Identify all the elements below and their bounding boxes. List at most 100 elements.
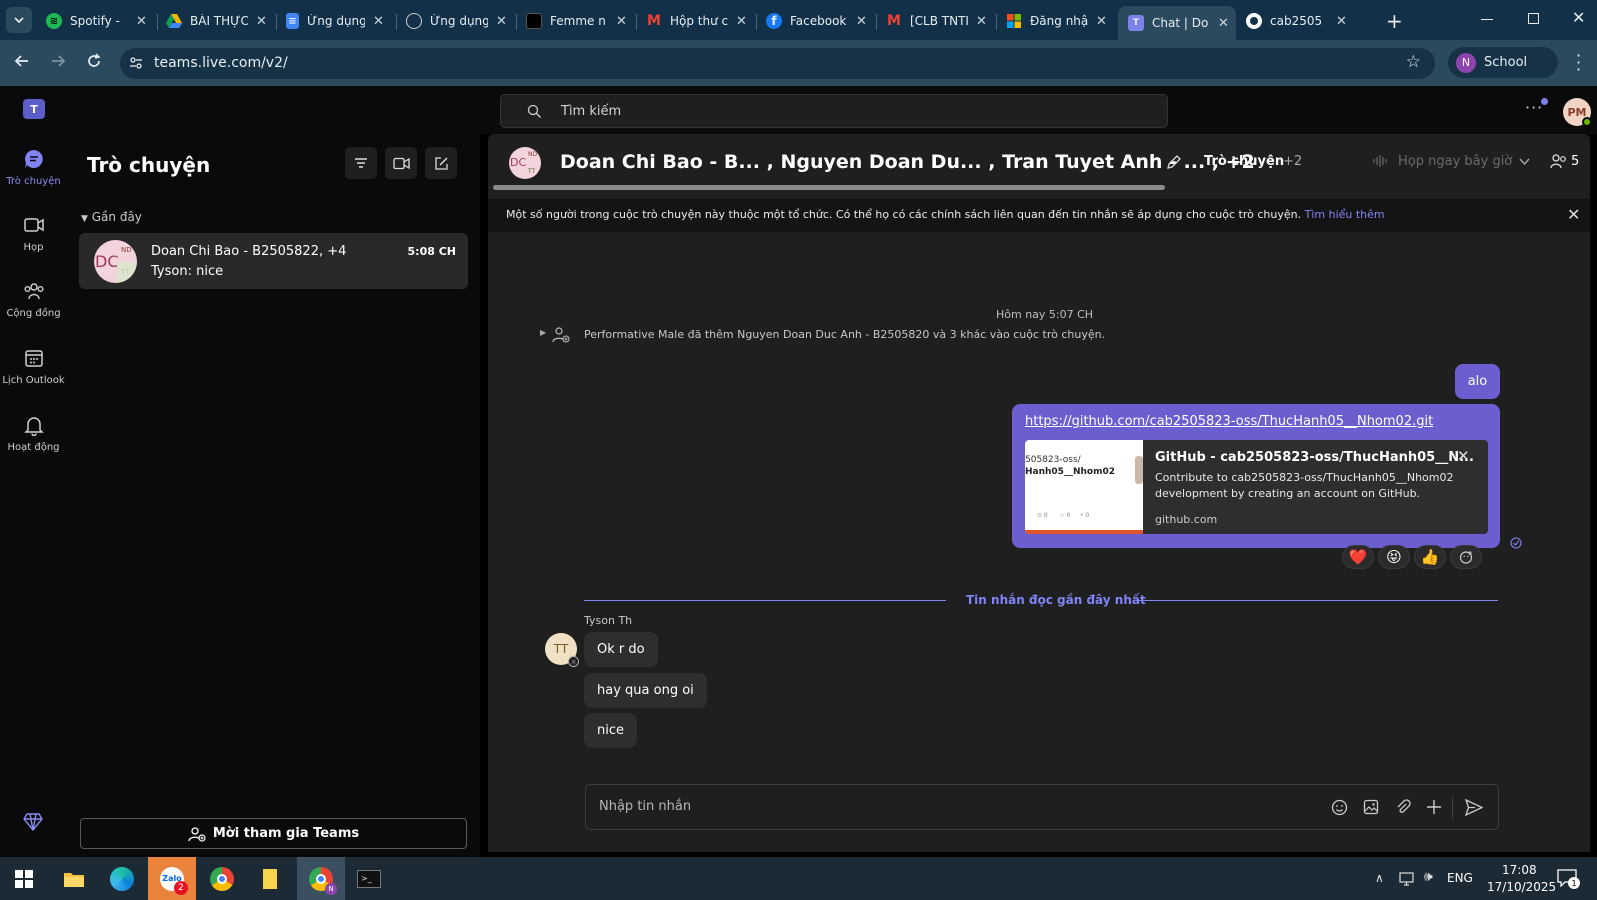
close-tab-icon[interactable]: ✕ — [1336, 14, 1347, 29]
close-tab-icon[interactable]: ✕ — [496, 14, 507, 29]
browser-tab[interactable]: M Hộp thư c ✕ — [646, 6, 747, 36]
meet-now-list-button[interactable] — [385, 147, 417, 179]
tab-chat[interactable]: Trò chuyện — [1204, 154, 1284, 169]
recent-section-header[interactable]: ▼ Gần đây — [81, 210, 142, 224]
their-message[interactable]: nice — [584, 713, 637, 748]
volume-icon[interactable]: 🕪 — [1424, 869, 1433, 885]
back-button[interactable] — [14, 53, 30, 69]
sender-avatar[interactable]: TT × — [545, 633, 579, 667]
url-text[interactable]: teams.live.com/v2/ — [154, 55, 288, 71]
taskbar-edge[interactable] — [98, 857, 146, 900]
restore-window-button[interactable] — [1528, 13, 1539, 24]
send-icon[interactable] — [1465, 799, 1483, 816]
close-tab-icon[interactable]: ✕ — [1096, 14, 1107, 29]
browser-tab[interactable]: M [CLB TNTI ✕ — [886, 6, 987, 36]
tab-search-button[interactable] — [6, 7, 32, 33]
tray-chevron-icon[interactable]: ∧ — [1375, 871, 1384, 885]
browser-tab[interactable]: Femme n ✕ — [526, 6, 627, 36]
chevron-down-icon[interactable] — [1519, 158, 1530, 166]
compose-box[interactable]: Nhập tin nhắn — [585, 784, 1499, 830]
browser-tab[interactable]: cab2505 ✕ — [1246, 6, 1347, 36]
clock-time[interactable]: 17:08 — [1502, 863, 1537, 877]
address-bar[interactable]: teams.live.com/v2/ ☆ — [120, 48, 1435, 79]
my-message[interactable]: alo — [1455, 364, 1500, 399]
reaction-thumbs-up[interactable]: 👍 — [1414, 545, 1446, 569]
invite-button[interactable]: Mời tham gia Teams — [80, 818, 467, 849]
rail-item-chat[interactable]: Trò chuyện — [0, 148, 67, 187]
close-tab-icon[interactable]: ✕ — [976, 14, 987, 29]
start-button[interactable] — [0, 857, 48, 900]
close-tab-icon[interactable]: ✕ — [136, 14, 147, 29]
close-window-button[interactable]: ✕ — [1572, 8, 1585, 27]
meet-now-button[interactable]: Họp ngay bây giờ — [1398, 154, 1512, 169]
link-preview-card[interactable]: 505823-oss/ Hanh05__Nhom02 ⊙ 0 ☆ 0 ⑂ 0 G… — [1025, 440, 1488, 534]
taskbar-chrome-profile[interactable]: N — [297, 857, 345, 900]
attach-icon[interactable] — [1395, 799, 1411, 815]
profile-button[interactable]: N School — [1448, 47, 1558, 78]
taskbar-chrome[interactable] — [198, 857, 246, 900]
minimize-window-button[interactable] — [1481, 19, 1493, 20]
add-reaction-button[interactable] — [1450, 545, 1482, 569]
close-tab-icon[interactable]: ✕ — [256, 14, 267, 29]
reload-button[interactable] — [86, 53, 102, 69]
browser-tab[interactable]: BÀI THỰC ✕ — [166, 6, 267, 36]
edit-name-icon[interactable] — [1166, 154, 1182, 170]
user-avatar[interactable]: PM — [1563, 98, 1592, 127]
policy-banner: Một số người trong cuộc trò chuyện này t… — [488, 199, 1590, 232]
close-tab-icon[interactable]: ✕ — [1218, 16, 1229, 31]
taskbar-terminal[interactable]: >_ — [345, 857, 393, 900]
close-tab-icon[interactable]: ✕ — [373, 14, 384, 29]
network-icon[interactable] — [1399, 872, 1417, 886]
browser-tab[interactable]: Đăng nhậ ✕ — [1006, 6, 1107, 36]
new-tab-button[interactable]: + — [1386, 9, 1403, 33]
close-banner-icon[interactable]: ✕ — [1567, 205, 1580, 224]
site-info-icon[interactable] — [128, 55, 144, 71]
emoji-icon[interactable] — [1331, 799, 1348, 816]
browser-tab[interactable]: ≋ Spotify - ✕ — [46, 6, 147, 36]
plus-icon[interactable] — [1426, 799, 1442, 815]
github-link[interactable]: https://github.com/cab2505823-oss/ThucHa… — [1025, 414, 1433, 429]
new-chat-button[interactable] — [425, 147, 457, 179]
close-tab-icon[interactable]: ✕ — [616, 14, 627, 29]
browser-menu-button[interactable]: · · · — [1576, 48, 1581, 78]
browser-tab[interactable]: Ứng dụng ✕ — [406, 6, 507, 36]
reaction-heart[interactable]: ❤️ — [1342, 545, 1374, 569]
rail-item-calendar[interactable]: Lịch Outlook — [0, 347, 67, 386]
taskbar-zalo[interactable]: Zalo 2 — [148, 857, 196, 900]
filter-button[interactable] — [345, 147, 377, 179]
their-message[interactable]: hay qua ong oi — [584, 673, 707, 708]
facebook-icon: f — [766, 13, 782, 29]
browser-tab-active[interactable]: T Chat | Do ✕ — [1118, 6, 1236, 40]
close-tab-icon[interactable]: ✕ — [856, 14, 867, 29]
their-message[interactable]: Ok r do — [584, 632, 658, 667]
tab-title: Femme n — [550, 14, 606, 28]
taskbar-file-explorer[interactable] — [50, 857, 98, 900]
clock-date[interactable]: 17/10/2025 — [1487, 880, 1556, 894]
search-input[interactable]: Tìm kiếm — [500, 94, 1168, 128]
bookmark-star-icon[interactable]: ☆ — [1406, 52, 1421, 72]
group-avatar-sub-a: ND — [121, 246, 132, 254]
participants-button[interactable]: 5 — [1550, 153, 1579, 169]
chat-list-item[interactable]: DC ND TT Doan Chi Bao - B2505822, +4 5:0… — [79, 233, 468, 289]
header-scrollbar[interactable] — [493, 185, 1165, 190]
close-preview-icon[interactable]: ✕ — [1457, 447, 1470, 465]
rail-item-community[interactable]: Cộng đồng — [0, 280, 67, 319]
forward-button[interactable] — [50, 53, 66, 69]
language-indicator[interactable]: ENG — [1447, 871, 1473, 885]
reaction-laugh[interactable]: 😝 — [1378, 545, 1410, 569]
taskbar-notes[interactable] — [246, 857, 294, 900]
chat-header-title[interactable]: Doan Chi Bao - B... , Nguyen Doan Du... … — [560, 151, 1255, 173]
browser-tab[interactable]: f Facebook ✕ — [766, 6, 867, 36]
diamond-icon[interactable] — [23, 813, 43, 831]
notification-center-button[interactable]: 1 — [1557, 869, 1580, 889]
zalo-badge: 2 — [174, 881, 188, 895]
expand-caret-icon[interactable]: ▶ — [540, 328, 546, 337]
close-tab-icon[interactable]: ✕ — [736, 14, 747, 29]
learn-more-link[interactable]: Tìm hiểu thêm — [1305, 208, 1385, 221]
my-link-message[interactable]: https://github.com/cab2505823-oss/ThucHa… — [1012, 404, 1500, 548]
rail-item-activity[interactable]: Hoạt động — [0, 414, 67, 453]
rail-item-meet[interactable]: Họp — [0, 214, 67, 253]
image-icon[interactable] — [1363, 799, 1379, 815]
browser-tab[interactable]: ≡ Ứng dụng ✕ — [286, 6, 384, 36]
tab-more[interactable]: +2 — [1283, 154, 1302, 169]
